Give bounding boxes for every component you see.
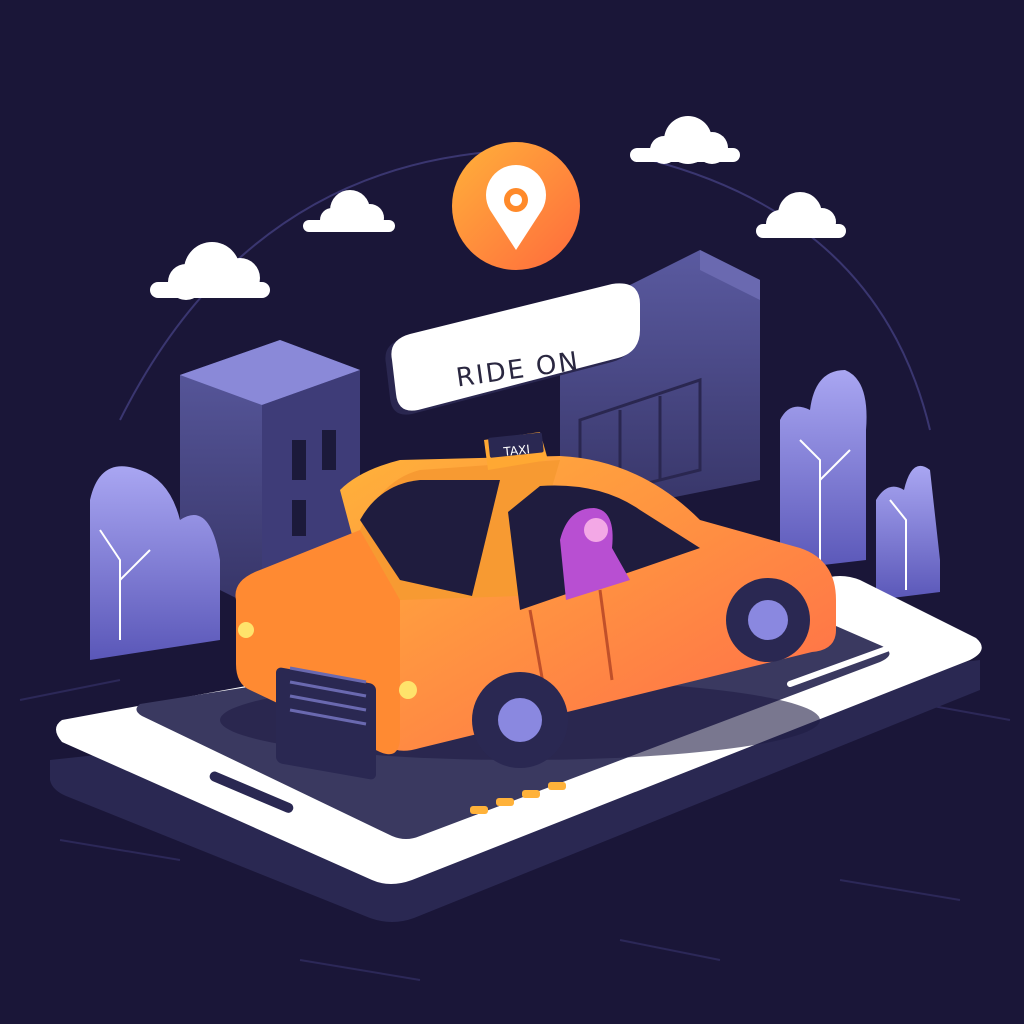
location-pin-icon	[452, 142, 580, 270]
taxi-illustration: TAXI RIDE ON	[0, 0, 1024, 1024]
cloud-icon	[150, 242, 270, 300]
cloud-icon	[756, 192, 846, 238]
headlight	[238, 622, 254, 638]
taxi-sign-label: TAXI	[502, 442, 531, 459]
cloud-icon	[303, 190, 395, 232]
tree	[876, 465, 940, 600]
illustration-canvas: TAXI	[19, 116, 1011, 981]
headlight	[399, 681, 417, 699]
tree	[780, 370, 867, 570]
cloud-icon	[630, 116, 740, 164]
